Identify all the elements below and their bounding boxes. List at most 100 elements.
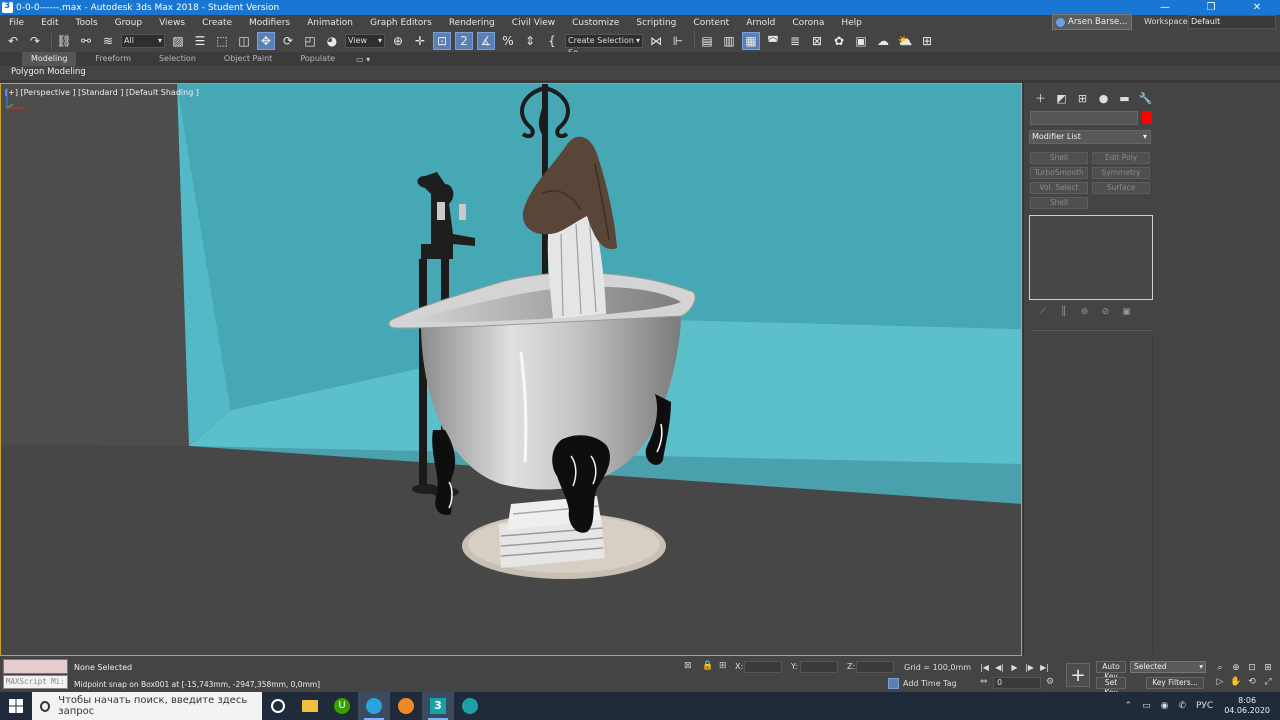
network-icon[interactable]: ◉ bbox=[1161, 701, 1169, 711]
clock[interactable]: 8:06 04.06.2020 bbox=[1224, 696, 1270, 716]
render-setup-icon[interactable]: ✿ bbox=[830, 32, 848, 50]
minimize-button[interactable]: — bbox=[1142, 0, 1188, 15]
auto-key-button[interactable]: Auto Key bbox=[1096, 661, 1126, 681]
3ds-max-taskbar-icon[interactable]: 3 bbox=[422, 692, 454, 720]
zoom-extents-all-icon[interactable]: ⊞ bbox=[1260, 661, 1276, 675]
menu-content[interactable]: Content bbox=[684, 18, 737, 28]
restore-button[interactable]: ❐ bbox=[1188, 0, 1234, 15]
menu-group[interactable]: Group bbox=[106, 18, 150, 28]
field-of-view-icon[interactable]: ▷ bbox=[1212, 675, 1228, 689]
rotate-icon[interactable]: ⟳ bbox=[279, 32, 297, 50]
vol-select-button[interactable]: Vol. Select bbox=[1030, 182, 1088, 194]
selection-lock-icon[interactable]: 🔒 bbox=[702, 661, 713, 671]
x-coordinate-field[interactable] bbox=[744, 661, 782, 673]
upwork-icon[interactable]: U bbox=[326, 692, 358, 720]
menu-help[interactable]: Help bbox=[832, 18, 870, 28]
ribbon-options-icon[interactable]: ▭ ▾ bbox=[356, 55, 370, 64]
align-icon[interactable]: ⊩ bbox=[669, 32, 687, 50]
angle-snap-icon[interactable]: ∡ bbox=[477, 32, 495, 50]
zoom-all-icon[interactable]: ⊕ bbox=[1228, 661, 1244, 675]
polygon-modeling-label[interactable]: Polygon Modeling bbox=[11, 67, 86, 77]
menu-rendering[interactable]: Rendering bbox=[440, 18, 503, 28]
toggle-ribbon-icon[interactable]: ▥ bbox=[720, 32, 738, 50]
select-object-icon[interactable]: ▨ bbox=[169, 32, 187, 50]
windows-start-button[interactable] bbox=[0, 692, 32, 720]
menu-create[interactable]: Create bbox=[193, 18, 240, 28]
zoom-icon[interactable]: ⌕ bbox=[1212, 661, 1228, 675]
menu-corona[interactable]: Corona bbox=[783, 18, 832, 28]
percent-snap-icon[interactable]: % bbox=[499, 32, 517, 50]
file-explorer-icon[interactable] bbox=[294, 692, 326, 720]
tab-freeform[interactable]: Freeform bbox=[86, 52, 140, 66]
snaps-toggle-icon[interactable]: 2 bbox=[455, 32, 473, 50]
utilities-icon[interactable]: 🔧 bbox=[1135, 91, 1156, 105]
window-crossing-icon[interactable]: ◫ bbox=[235, 32, 253, 50]
menu-customize[interactable]: Customize bbox=[563, 18, 627, 28]
make-unique-icon[interactable]: ⊚ bbox=[1074, 306, 1095, 318]
pin-stack-icon[interactable]: ⟋ bbox=[1032, 306, 1053, 318]
absolute-mode-icon[interactable]: ⊞ bbox=[719, 661, 727, 671]
input-language[interactable]: РУС bbox=[1196, 701, 1213, 711]
reference-coord-select[interactable]: View bbox=[345, 34, 385, 48]
tab-populate[interactable]: Populate bbox=[291, 52, 344, 66]
perspective-viewport[interactable]: [+] [Perspective ] [Standard ] [Default … bbox=[0, 83, 1022, 656]
menu-file[interactable]: File bbox=[0, 18, 32, 28]
rendered-frame-window-icon[interactable]: ▣ bbox=[852, 32, 870, 50]
maxscript-mini-listener[interactable]: MAXScript Mi: bbox=[3, 675, 68, 689]
taskbar-search[interactable]: Чтобы начать поиск, введите здесь запрос bbox=[32, 692, 262, 720]
shell-button-2[interactable]: Shell bbox=[1030, 197, 1088, 209]
scene-explorer-icon[interactable]: ▦ bbox=[742, 32, 760, 50]
bind-space-warp-icon[interactable]: ≋ bbox=[99, 32, 117, 50]
y-coordinate-field[interactable] bbox=[800, 661, 838, 673]
link-icon[interactable]: ⛓ bbox=[55, 32, 73, 50]
turbosmooth-button[interactable]: TurboSmooth bbox=[1030, 167, 1088, 179]
set-keys-icon[interactable]: + bbox=[1066, 663, 1090, 687]
undo-icon[interactable]: ↶ bbox=[4, 32, 22, 50]
remove-modifier-icon[interactable]: ⊘ bbox=[1095, 306, 1116, 318]
go-to-start-icon[interactable]: |◀ bbox=[977, 661, 992, 673]
edge-icon[interactable] bbox=[454, 692, 486, 720]
tray-overflow-icon[interactable]: ⌃ bbox=[1125, 701, 1133, 711]
set-key-button[interactable]: Set Key bbox=[1096, 677, 1126, 697]
pan-view-icon[interactable]: ✋ bbox=[1228, 675, 1244, 689]
modifier-stack[interactable] bbox=[1029, 215, 1153, 300]
mirror-icon[interactable]: ⋈ bbox=[647, 32, 665, 50]
keyboard-shortcut-override-icon[interactable]: ⊡ bbox=[433, 32, 451, 50]
show-end-result-icon[interactable]: ║ bbox=[1053, 306, 1074, 318]
select-manipulate-icon[interactable]: ✛ bbox=[411, 32, 429, 50]
edit-named-selection-icon[interactable]: { bbox=[543, 32, 561, 50]
volume-icon[interactable]: ✆ bbox=[1178, 701, 1186, 711]
modify-icon[interactable]: ◩ bbox=[1051, 91, 1072, 105]
object-name-field[interactable] bbox=[1030, 111, 1138, 125]
workspace-select[interactable]: Default bbox=[1188, 15, 1276, 29]
scale-icon[interactable]: ◰ bbox=[301, 32, 319, 50]
previous-frame-icon[interactable]: ◀| bbox=[992, 661, 1007, 673]
time-configuration-icon[interactable]: ⚙ bbox=[1046, 677, 1054, 687]
curve-editor-icon[interactable]: ◚ bbox=[764, 32, 782, 50]
z-coordinate-field[interactable] bbox=[856, 661, 894, 673]
go-to-end-icon[interactable]: ▶| bbox=[1037, 661, 1052, 673]
selection-filter-select[interactable]: All bbox=[121, 34, 165, 48]
menu-civil-view[interactable]: Civil View bbox=[503, 18, 563, 28]
schematic-view-icon[interactable]: ≣ bbox=[786, 32, 804, 50]
object-color-swatch[interactable] bbox=[1142, 111, 1152, 124]
rect-selection-icon[interactable]: ⬚ bbox=[213, 32, 231, 50]
add-time-tag-button[interactable]: Add Time Tag bbox=[888, 678, 957, 689]
zoom-extents-icon[interactable]: ⊡ bbox=[1244, 661, 1260, 675]
menu-scripting[interactable]: Scripting bbox=[627, 18, 684, 28]
panel-scrollbar[interactable] bbox=[1152, 337, 1153, 652]
hierarchy-icon[interactable]: ⊞ bbox=[1072, 91, 1093, 105]
redo-icon[interactable]: ↷ bbox=[26, 32, 44, 50]
user-account-button[interactable]: Arsen Barse... bbox=[1052, 14, 1132, 30]
shell-button[interactable]: Shell bbox=[1030, 152, 1088, 164]
move-icon[interactable]: ✥ bbox=[257, 32, 275, 50]
close-button[interactable]: ✕ bbox=[1234, 0, 1280, 15]
current-frame-field[interactable]: 0 bbox=[993, 677, 1041, 689]
pivot-center-icon[interactable]: ⊕ bbox=[389, 32, 407, 50]
menu-animation[interactable]: Animation bbox=[298, 18, 361, 28]
render-in-cloud-icon[interactable]: ⊞ bbox=[918, 32, 936, 50]
render-iterative-icon[interactable]: ⛅ bbox=[896, 32, 914, 50]
battery-icon[interactable]: ▭ bbox=[1142, 701, 1151, 711]
layer-explorer-icon[interactable]: ▤ bbox=[698, 32, 716, 50]
tab-modeling[interactable]: Modeling bbox=[22, 52, 77, 66]
